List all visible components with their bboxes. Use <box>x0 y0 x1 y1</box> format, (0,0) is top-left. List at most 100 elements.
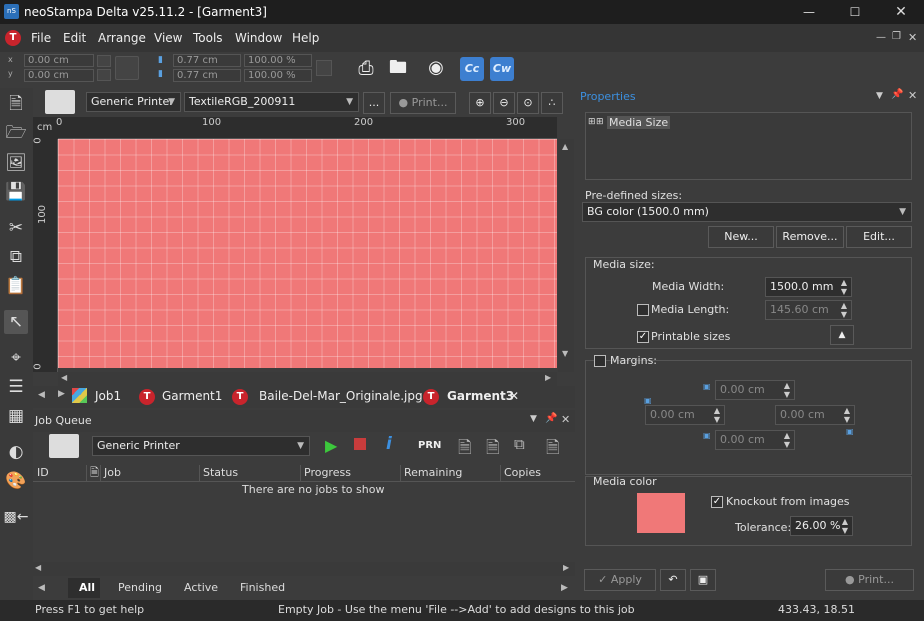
menu-arrange[interactable]: Arrange <box>98 31 146 45</box>
paste-icon[interactable]: 📋 <box>4 274 28 298</box>
printable-sizes-checkbox[interactable]: ✓ <box>637 331 649 343</box>
media-length-checkbox[interactable] <box>637 304 649 316</box>
margin-top-field[interactable]: 0.00 cm ▲ ▼ <box>715 380 795 400</box>
anchor-icon[interactable] <box>115 56 139 80</box>
stepper-icon[interactable]: ▲ ▼ <box>842 406 852 424</box>
panel-menu-icon[interactable]: ▼ <box>876 91 883 101</box>
printer-select[interactable]: Generic Printer ▼ <box>86 92 181 112</box>
panel-close-icon[interactable]: ✕ <box>908 89 917 102</box>
add-image-icon[interactable]: 🖼 <box>4 151 28 175</box>
maximize-button[interactable]: ☐ <box>832 0 878 24</box>
align-v-icon[interactable] <box>97 69 111 81</box>
tab-garment3[interactable]: Garment3 <box>447 389 514 403</box>
expand-icon[interactable]: ⊞ <box>588 117 596 127</box>
stepper-icon[interactable]: ▲ ▼ <box>839 301 849 319</box>
margin-bottom-field[interactable]: 0.00 cm ▲ ▼ <box>715 430 795 450</box>
edit-size-button[interactable]: Edit... <box>846 226 912 248</box>
add-job-icon[interactable]: 🗎 <box>458 435 472 464</box>
color-cw-icon[interactable]: Cw <box>490 57 514 81</box>
mdi-restore-icon[interactable]: ❐ <box>892 31 901 42</box>
print-button[interactable]: ● Print... <box>390 92 456 114</box>
menu-window[interactable]: Window <box>235 31 282 45</box>
folder-settings-icon[interactable]: 🖿 <box>386 57 410 79</box>
more-button[interactable]: ... <box>363 92 385 114</box>
margins-checkbox[interactable] <box>594 355 606 367</box>
panel-close-icon[interactable]: ✕ <box>561 413 570 426</box>
close-button[interactable]: ✕ <box>878 0 924 24</box>
horizontal-scrollbar[interactable]: ◀ ▶ <box>58 372 557 386</box>
col-remaining[interactable]: Remaining <box>400 465 462 481</box>
tab-close-icon[interactable]: ✕ <box>509 389 519 403</box>
media-width-field[interactable]: 1500.0 mm ▲ ▼ <box>765 277 852 297</box>
minimize-button[interactable]: — <box>786 0 832 24</box>
stop-icon[interactable] <box>354 438 366 450</box>
scroll-right-icon[interactable]: ▶ <box>563 563 569 572</box>
pin-icon[interactable]: 📌 <box>545 413 557 424</box>
media-color-swatch[interactable] <box>637 493 685 533</box>
open-folder-icon[interactable]: 🗁 <box>4 122 28 146</box>
knockout-checkbox[interactable]: ✓ <box>711 496 723 508</box>
menu-edit[interactable]: Edit <box>63 31 86 45</box>
menu-tools[interactable]: Tools <box>193 31 223 45</box>
menu-view[interactable]: View <box>154 31 182 45</box>
scroll-right-icon[interactable]: ▶ <box>545 373 551 382</box>
width-field[interactable]: 0.77 cm <box>173 54 241 67</box>
scale-y-field[interactable]: 100.00 % <box>244 69 312 82</box>
stepper-icon[interactable]: ▲ ▼ <box>782 381 792 399</box>
mdi-close-icon[interactable]: ✕ <box>908 31 917 44</box>
color-cc-icon[interactable]: Cc <box>460 57 484 81</box>
zoom-tools-icon[interactable]: ∴ <box>541 92 563 114</box>
scroll-down-icon[interactable]: ▼ <box>562 349 568 358</box>
zoom-in-icon[interactable]: ⊕ <box>469 92 491 114</box>
stepper-icon[interactable]: ▲ ▼ <box>839 278 849 296</box>
tabs-next-icon[interactable]: ▶ <box>58 389 65 399</box>
webcam-icon[interactable]: ◉ <box>424 57 448 79</box>
palette-icon[interactable]: 🎨 <box>4 469 28 493</box>
save-icon[interactable]: 💾 <box>4 180 28 204</box>
grid-icon[interactable]: ▦ <box>4 404 28 428</box>
tab-baile-del-mar[interactable]: Baile-Del-Mar_Originale.jpg <box>259 389 423 403</box>
col-file-icon[interactable]: 🗎 <box>86 465 100 481</box>
queue-tabs-prev-icon[interactable]: ◀ <box>38 583 45 593</box>
tab-job1[interactable]: Job1 <box>95 389 121 403</box>
zoom-fit-icon[interactable]: ⊙ <box>517 92 539 114</box>
col-progress[interactable]: Progress <box>300 465 351 481</box>
crop-icon[interactable]: ⌖ <box>4 346 28 370</box>
menu-file[interactable]: File <box>31 31 51 45</box>
design-canvas[interactable] <box>58 139 557 368</box>
col-job[interactable]: Job <box>100 465 121 481</box>
panel-menu-icon[interactable]: ▼ <box>530 414 537 424</box>
y-position-field[interactable]: 0.00 cm <box>24 69 94 82</box>
copy-job-icon[interactable]: ⧉ <box>514 435 525 453</box>
scroll-left-icon[interactable]: ◀ <box>35 563 41 572</box>
queue-tab-pending[interactable]: Pending <box>118 581 162 594</box>
contrast-icon[interactable]: ◐ <box>4 440 28 464</box>
stepper-icon[interactable]: ▲ ▼ <box>782 431 792 449</box>
tabs-prev-icon[interactable]: ◀ <box>38 390 45 400</box>
queue-hscrollbar[interactable]: ◀ ▶ <box>33 562 575 576</box>
vertical-scrollbar[interactable]: ▲ ▼ <box>558 139 574 372</box>
lock-icon[interactable] <box>316 60 332 76</box>
tree-item-media-size[interactable]: Media Size <box>607 116 671 129</box>
queue-tabs-next-icon[interactable]: ▶ <box>561 583 568 593</box>
remove-size-button[interactable]: Remove... <box>776 226 844 248</box>
mdi-minimize-icon[interactable]: — <box>876 32 886 43</box>
select-arrow-icon[interactable]: ↖ <box>4 310 28 334</box>
scroll-left-icon[interactable]: ◀ <box>61 373 67 382</box>
queue-tab-active[interactable]: Active <box>184 581 218 594</box>
copy-icon[interactable]: ⧉ <box>4 245 28 269</box>
margin-right-field[interactable]: 0.00 cm ▲ ▼ <box>775 405 855 425</box>
col-id[interactable]: ID <box>34 465 49 481</box>
pin-icon[interactable]: 📌 <box>891 89 903 100</box>
margin-left-field[interactable]: 0.00 cm ▲ ▼ <box>645 405 725 425</box>
zoom-out-icon[interactable]: ⊖ <box>493 92 515 114</box>
info-icon[interactable]: i <box>386 434 392 454</box>
save-props-icon[interactable]: ▣ <box>690 569 716 591</box>
height-field[interactable]: 0.77 cm <box>173 69 241 82</box>
cut-icon[interactable]: ✂ <box>4 216 28 240</box>
x-position-field[interactable]: 0.00 cm <box>24 54 94 67</box>
new-document-icon[interactable]: 🗎 <box>4 93 28 117</box>
undo-icon[interactable]: ↶ <box>660 569 686 591</box>
app-logo-icon[interactable]: T <box>5 30 21 46</box>
stepper-icon[interactable]: ▲ ▼ <box>712 406 722 424</box>
